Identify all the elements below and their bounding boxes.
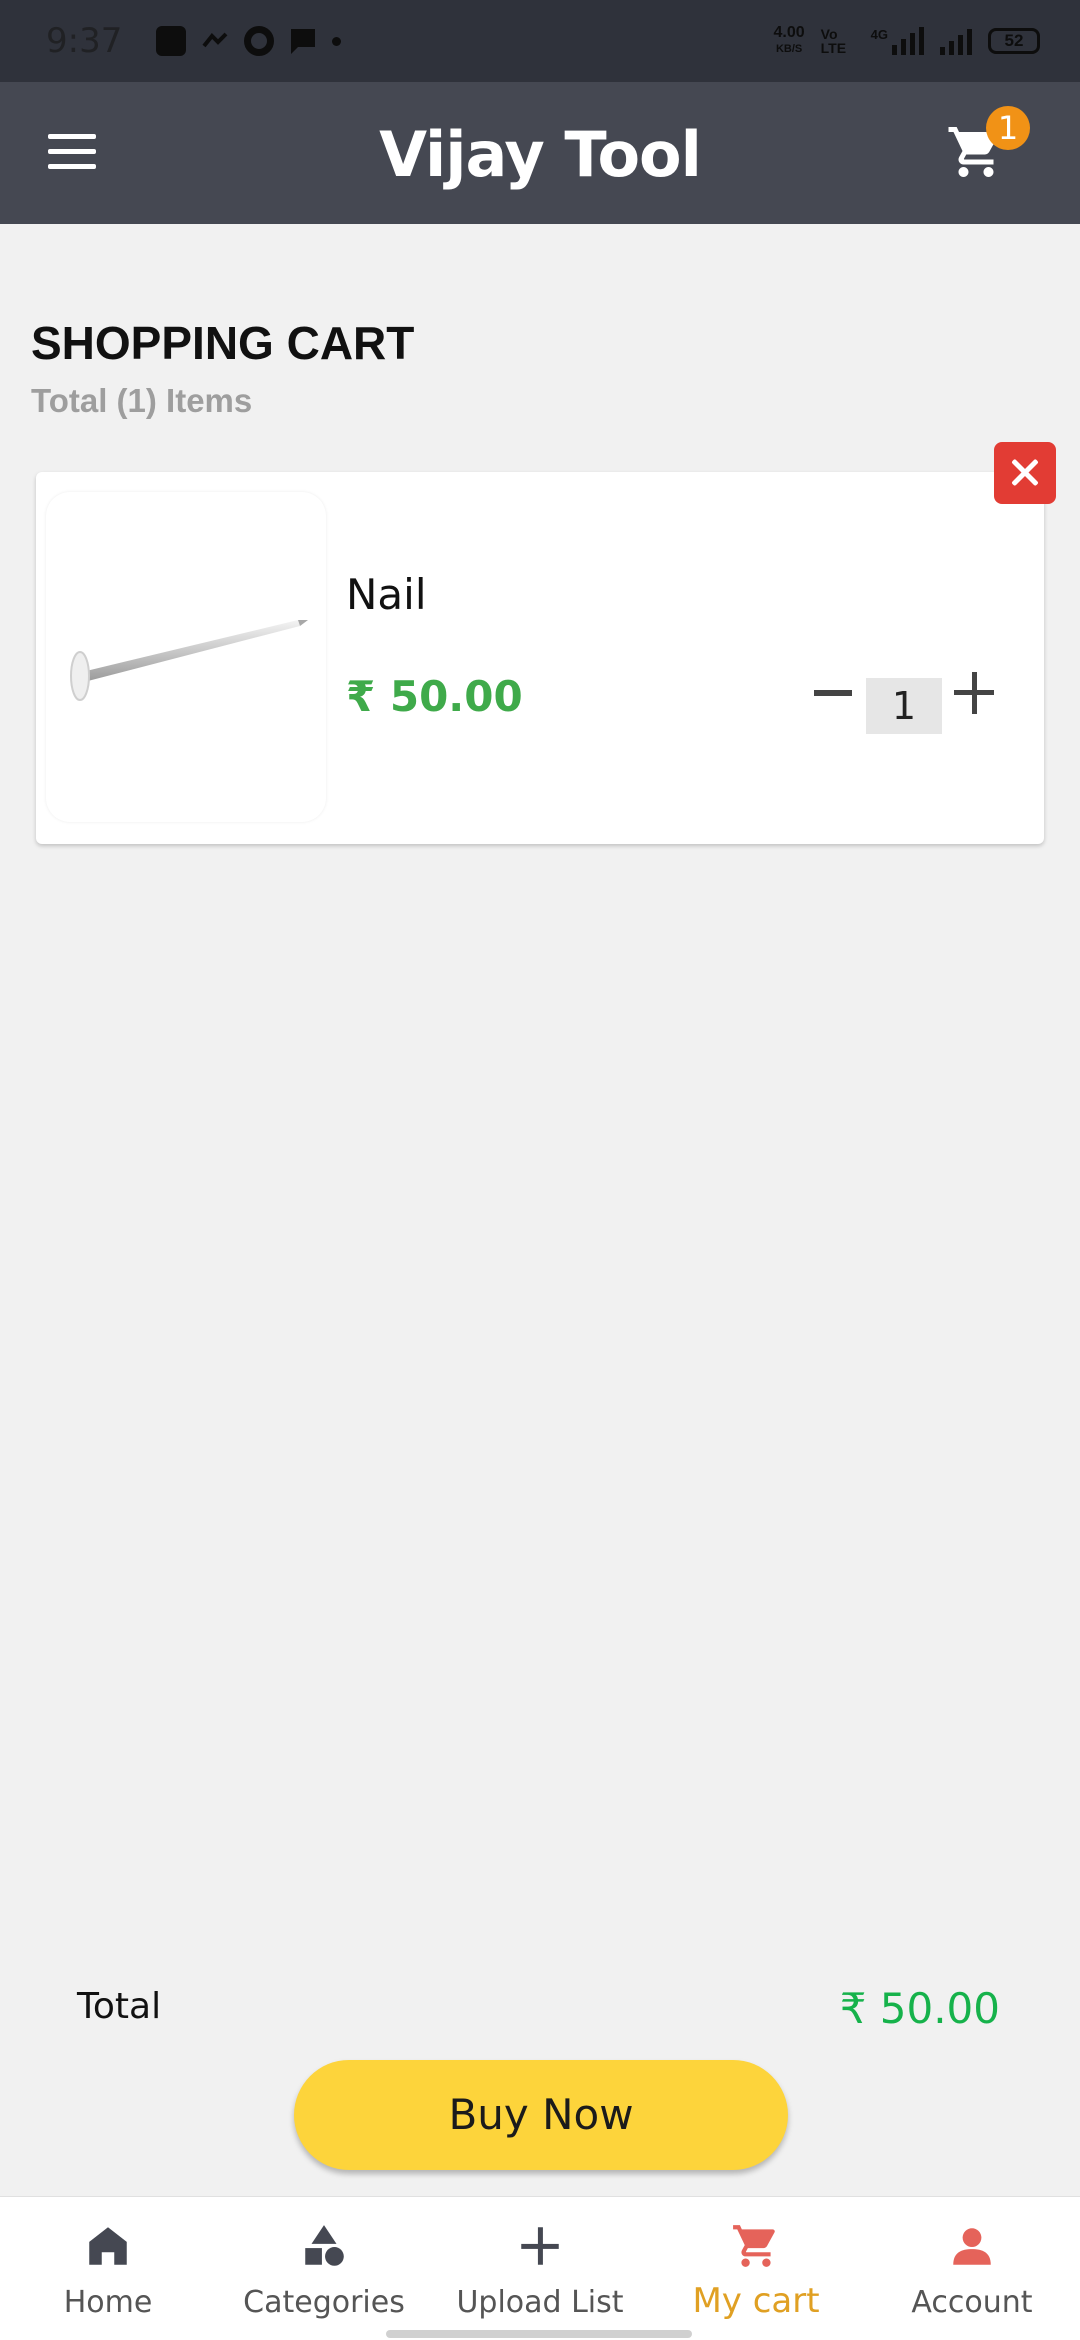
- battery-icon: 52: [988, 28, 1040, 54]
- page-title: SHOPPING CART: [31, 317, 415, 369]
- app-title: Vijay Tool: [379, 118, 702, 191]
- nav-account[interactable]: Account: [864, 2197, 1080, 2340]
- plus-icon: [521, 2227, 559, 2265]
- status-time: 9:37: [46, 21, 123, 61]
- quantity-decrease-button[interactable]: [814, 690, 852, 696]
- signal-bar: [949, 41, 954, 55]
- app-bar: Vijay Tool 1: [0, 82, 1080, 224]
- signal-bar: [919, 27, 924, 55]
- nav-categories-label: Categories: [243, 2285, 405, 2320]
- cart-icon: [733, 2225, 775, 2267]
- signal-bar: [910, 33, 915, 55]
- product-price: ₹ 50.00: [346, 672, 523, 721]
- network-type: 4G: [870, 27, 888, 42]
- signal-bar: [967, 29, 972, 55]
- buy-now-button[interactable]: Buy Now: [294, 2060, 788, 2170]
- status-right: 4.00 KB/S Vo LTE 4G 52: [774, 0, 1040, 82]
- cart-item-count: Total (1) Items: [31, 382, 253, 419]
- status-left: 9:37: [46, 21, 342, 61]
- signal-bar: [901, 39, 906, 55]
- nav-home-label: Home: [63, 2285, 153, 2320]
- nav-home[interactable]: Home: [0, 2197, 216, 2340]
- cart-badge: 1: [986, 106, 1030, 150]
- home-icon: [89, 2227, 127, 2265]
- notification-icons: [156, 26, 342, 56]
- account-icon: [953, 2228, 991, 2265]
- nav-upload-list[interactable]: Upload List: [432, 2197, 648, 2340]
- product-name[interactable]: Nail: [346, 570, 427, 619]
- nav-categories[interactable]: Categories: [216, 2197, 432, 2340]
- categories-icon: [305, 2225, 344, 2266]
- signal-bar: [892, 45, 897, 55]
- quantity-value[interactable]: 1: [866, 678, 942, 734]
- volte-indicator: Vo LTE: [820, 26, 847, 56]
- record-icon: [244, 26, 275, 56]
- notification-icon: [202, 32, 228, 48]
- remove-item-button[interactable]: [994, 442, 1056, 504]
- network-speed-unit: KB/S: [775, 43, 803, 55]
- more-dot-icon: [332, 36, 342, 46]
- signal-icon: [940, 27, 972, 55]
- nail-image: [70, 620, 308, 701]
- network-speed: 4.00 KB/S: [774, 25, 805, 57]
- total-value: ₹ 50.00: [839, 1984, 1000, 2033]
- cart-item-card: Nail ₹ 50.00 1: [36, 472, 1044, 844]
- product-image[interactable]: [46, 492, 326, 822]
- quantity-increase-button[interactable]: [954, 672, 994, 714]
- nav-upload-list-label: Upload List: [456, 2285, 624, 2320]
- bottom-nav: Home Categories Upload List My cart Acco…: [0, 2196, 1080, 2340]
- signal-4g-icon: 4G: [871, 27, 924, 55]
- nav-account-label: Account: [911, 2285, 1033, 2320]
- app-notification-icon: [156, 26, 187, 56]
- total-label: Total: [77, 1986, 162, 2027]
- nav-my-cart[interactable]: My cart: [648, 2197, 864, 2340]
- signal-bar: [940, 47, 945, 55]
- signal-bar: [958, 35, 963, 55]
- status-bar: 9:37 4.00 KB/S Vo LTE 4G 52: [0, 0, 1080, 82]
- message-icon: [291, 29, 316, 54]
- gesture-home-bar[interactable]: [386, 2330, 692, 2338]
- nav-my-cart-label: My cart: [692, 2281, 820, 2321]
- network-speed-value: 4.00: [773, 24, 805, 41]
